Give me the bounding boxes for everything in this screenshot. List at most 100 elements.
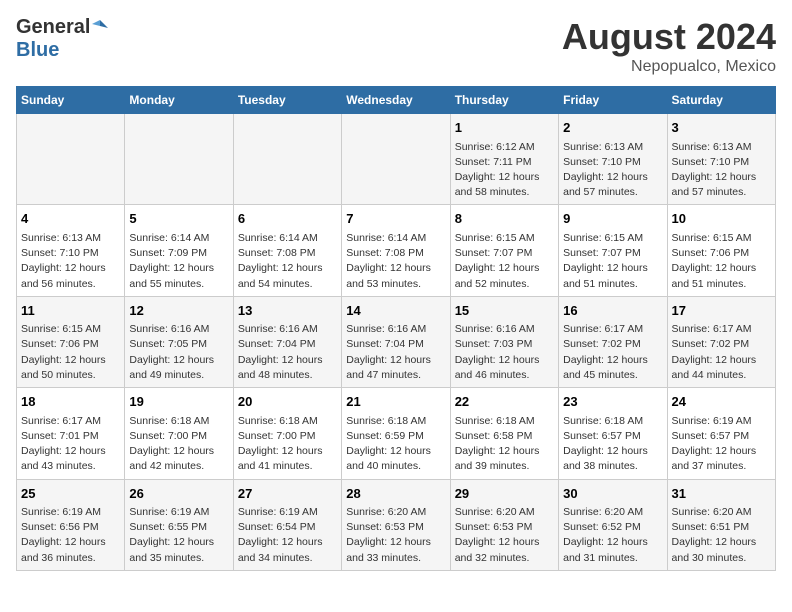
day-info: Sunrise: 6:18 AM Sunset: 7:00 PM Dayligh… [238, 414, 337, 475]
table-row: 8Sunrise: 6:15 AM Sunset: 7:07 PM Daylig… [450, 205, 558, 296]
day-info: Sunrise: 6:17 AM Sunset: 7:02 PM Dayligh… [672, 322, 771, 383]
day-number: 4 [21, 209, 120, 229]
day-info: Sunrise: 6:16 AM Sunset: 7:05 PM Dayligh… [129, 322, 228, 383]
day-number: 21 [346, 392, 445, 412]
day-number: 15 [455, 301, 554, 321]
day-info: Sunrise: 6:13 AM Sunset: 7:10 PM Dayligh… [21, 231, 120, 292]
page-title: August 2024 [562, 16, 776, 58]
day-info: Sunrise: 6:17 AM Sunset: 7:01 PM Dayligh… [21, 414, 120, 475]
table-row: 25Sunrise: 6:19 AM Sunset: 6:56 PM Dayli… [17, 479, 125, 570]
day-info: Sunrise: 6:18 AM Sunset: 6:57 PM Dayligh… [563, 414, 662, 475]
table-row: 5Sunrise: 6:14 AM Sunset: 7:09 PM Daylig… [125, 205, 233, 296]
day-info: Sunrise: 6:14 AM Sunset: 7:08 PM Dayligh… [346, 231, 445, 292]
table-row: 21Sunrise: 6:18 AM Sunset: 6:59 PM Dayli… [342, 388, 450, 479]
day-number: 30 [563, 484, 662, 504]
header-thursday: Thursday [450, 87, 558, 114]
table-row: 6Sunrise: 6:14 AM Sunset: 7:08 PM Daylig… [233, 205, 341, 296]
table-row: 31Sunrise: 6:20 AM Sunset: 6:51 PM Dayli… [667, 479, 775, 570]
table-row: 11Sunrise: 6:15 AM Sunset: 7:06 PM Dayli… [17, 296, 125, 387]
table-row: 12Sunrise: 6:16 AM Sunset: 7:05 PM Dayli… [125, 296, 233, 387]
day-info: Sunrise: 6:18 AM Sunset: 6:59 PM Dayligh… [346, 414, 445, 475]
calendar-week-row: 1Sunrise: 6:12 AM Sunset: 7:11 PM Daylig… [17, 114, 776, 205]
day-info: Sunrise: 6:15 AM Sunset: 7:07 PM Dayligh… [455, 231, 554, 292]
logo-general-text: General [16, 16, 90, 39]
table-row: 20Sunrise: 6:18 AM Sunset: 7:00 PM Dayli… [233, 388, 341, 479]
table-row: 24Sunrise: 6:19 AM Sunset: 6:57 PM Dayli… [667, 388, 775, 479]
day-number: 12 [129, 301, 228, 321]
day-info: Sunrise: 6:13 AM Sunset: 7:10 PM Dayligh… [563, 140, 662, 201]
day-number: 14 [346, 301, 445, 321]
day-number: 29 [455, 484, 554, 504]
table-row: 13Sunrise: 6:16 AM Sunset: 7:04 PM Dayli… [233, 296, 341, 387]
day-number: 27 [238, 484, 337, 504]
day-number: 10 [672, 209, 771, 229]
day-info: Sunrise: 6:16 AM Sunset: 7:04 PM Dayligh… [238, 322, 337, 383]
day-number: 31 [672, 484, 771, 504]
table-row: 14Sunrise: 6:16 AM Sunset: 7:04 PM Dayli… [342, 296, 450, 387]
day-info: Sunrise: 6:19 AM Sunset: 6:56 PM Dayligh… [21, 505, 120, 566]
header-saturday: Saturday [667, 87, 775, 114]
day-number: 16 [563, 301, 662, 321]
day-number: 1 [455, 118, 554, 138]
table-row: 29Sunrise: 6:20 AM Sunset: 6:53 PM Dayli… [450, 479, 558, 570]
day-number: 13 [238, 301, 337, 321]
table-row: 27Sunrise: 6:19 AM Sunset: 6:54 PM Dayli… [233, 479, 341, 570]
table-row: 28Sunrise: 6:20 AM Sunset: 6:53 PM Dayli… [342, 479, 450, 570]
logo: General Blue [16, 16, 108, 62]
header-wednesday: Wednesday [342, 87, 450, 114]
table-row: 15Sunrise: 6:16 AM Sunset: 7:03 PM Dayli… [450, 296, 558, 387]
calendar-table: Sunday Monday Tuesday Wednesday Thursday… [16, 86, 776, 571]
logo-blue-text: Blue [16, 39, 59, 61]
day-number: 18 [21, 392, 120, 412]
day-number: 22 [455, 392, 554, 412]
day-number: 26 [129, 484, 228, 504]
day-number: 23 [563, 392, 662, 412]
day-info: Sunrise: 6:19 AM Sunset: 6:55 PM Dayligh… [129, 505, 228, 566]
table-row: 16Sunrise: 6:17 AM Sunset: 7:02 PM Dayli… [559, 296, 667, 387]
title-area: August 2024 Nepopualco, Mexico [562, 16, 776, 76]
day-info: Sunrise: 6:13 AM Sunset: 7:10 PM Dayligh… [672, 140, 771, 201]
table-row: 1Sunrise: 6:12 AM Sunset: 7:11 PM Daylig… [450, 114, 558, 205]
logo-bird-icon [92, 18, 108, 34]
day-info: Sunrise: 6:15 AM Sunset: 7:06 PM Dayligh… [21, 322, 120, 383]
header-tuesday: Tuesday [233, 87, 341, 114]
day-number: 5 [129, 209, 228, 229]
calendar-week-row: 11Sunrise: 6:15 AM Sunset: 7:06 PM Dayli… [17, 296, 776, 387]
day-info: Sunrise: 6:16 AM Sunset: 7:03 PM Dayligh… [455, 322, 554, 383]
day-info: Sunrise: 6:19 AM Sunset: 6:57 PM Dayligh… [672, 414, 771, 475]
header-sunday: Sunday [17, 87, 125, 114]
table-row: 30Sunrise: 6:20 AM Sunset: 6:52 PM Dayli… [559, 479, 667, 570]
day-number: 6 [238, 209, 337, 229]
table-row: 9Sunrise: 6:15 AM Sunset: 7:07 PM Daylig… [559, 205, 667, 296]
table-row: 2Sunrise: 6:13 AM Sunset: 7:10 PM Daylig… [559, 114, 667, 205]
table-row: 23Sunrise: 6:18 AM Sunset: 6:57 PM Dayli… [559, 388, 667, 479]
day-info: Sunrise: 6:15 AM Sunset: 7:06 PM Dayligh… [672, 231, 771, 292]
day-number: 25 [21, 484, 120, 504]
day-info: Sunrise: 6:20 AM Sunset: 6:52 PM Dayligh… [563, 505, 662, 566]
table-row [342, 114, 450, 205]
table-row: 26Sunrise: 6:19 AM Sunset: 6:55 PM Dayli… [125, 479, 233, 570]
day-number: 8 [455, 209, 554, 229]
table-row: 3Sunrise: 6:13 AM Sunset: 7:10 PM Daylig… [667, 114, 775, 205]
page-subtitle: Nepopualco, Mexico [562, 58, 776, 76]
calendar-week-row: 18Sunrise: 6:17 AM Sunset: 7:01 PM Dayli… [17, 388, 776, 479]
day-number: 17 [672, 301, 771, 321]
day-number: 7 [346, 209, 445, 229]
table-row: 7Sunrise: 6:14 AM Sunset: 7:08 PM Daylig… [342, 205, 450, 296]
day-number: 28 [346, 484, 445, 504]
day-number: 20 [238, 392, 337, 412]
day-info: Sunrise: 6:17 AM Sunset: 7:02 PM Dayligh… [563, 322, 662, 383]
day-number: 3 [672, 118, 771, 138]
day-info: Sunrise: 6:20 AM Sunset: 6:53 PM Dayligh… [346, 505, 445, 566]
day-info: Sunrise: 6:20 AM Sunset: 6:53 PM Dayligh… [455, 505, 554, 566]
table-row: 22Sunrise: 6:18 AM Sunset: 6:58 PM Dayli… [450, 388, 558, 479]
day-info: Sunrise: 6:12 AM Sunset: 7:11 PM Dayligh… [455, 140, 554, 201]
day-info: Sunrise: 6:14 AM Sunset: 7:08 PM Dayligh… [238, 231, 337, 292]
table-row: 18Sunrise: 6:17 AM Sunset: 7:01 PM Dayli… [17, 388, 125, 479]
calendar-header-row: Sunday Monday Tuesday Wednesday Thursday… [17, 87, 776, 114]
day-info: Sunrise: 6:20 AM Sunset: 6:51 PM Dayligh… [672, 505, 771, 566]
table-row: 19Sunrise: 6:18 AM Sunset: 7:00 PM Dayli… [125, 388, 233, 479]
day-number: 19 [129, 392, 228, 412]
header-monday: Monday [125, 87, 233, 114]
day-number: 9 [563, 209, 662, 229]
